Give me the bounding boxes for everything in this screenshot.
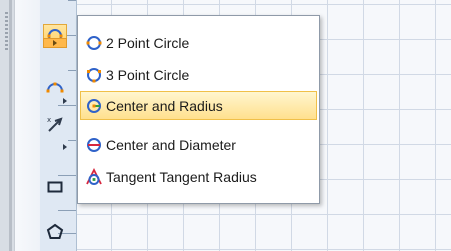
dimension-tool-dropdown[interactable]: [62, 144, 68, 150]
window-edge: [0, 0, 14, 251]
tangent-radius-circle-icon: [84, 167, 104, 187]
menu-item-label: Center and Radius: [106, 97, 223, 114]
edge-bar: [9, 0, 12, 251]
drawing-toolbar: [14, 0, 41, 251]
svg-text:x: x: [47, 116, 51, 124]
menu-item-tangent-tangent-radius[interactable]: Tangent Tangent Radius: [80, 162, 317, 191]
ruler-tick: [58, 210, 76, 211]
three-point-circle-icon: [84, 65, 104, 85]
ruler-tick: [68, 140, 76, 141]
ruler-tick: [58, 105, 76, 106]
two-point-circle-icon: [84, 33, 104, 53]
menu-item-3-point-circle[interactable]: 3 Point Circle: [80, 60, 317, 89]
ruler-tick: [68, 70, 76, 71]
menu-item-label: Center and Diameter: [106, 136, 236, 153]
dimension-icon: x: [47, 116, 63, 132]
center-radius-circle-icon: [84, 96, 104, 116]
chevron-right-icon: [63, 144, 67, 150]
polygon-icon: [46, 223, 64, 239]
rectangle-icon: [47, 181, 63, 193]
dimension-tool-button[interactable]: x: [43, 112, 67, 136]
arc-tool-dropdown[interactable]: [62, 98, 68, 104]
cad-workspace: x 2 Point Circle 3 Point Circle Center a…: [0, 0, 451, 251]
ruler-tick: [68, 0, 76, 1]
polygon-tool-button[interactable]: [43, 220, 67, 244]
menu-item-center-and-radius[interactable]: Center and Radius: [80, 91, 317, 120]
circle-tool-dropdown[interactable]: [43, 38, 67, 48]
center-diameter-circle-icon: [84, 135, 104, 155]
menu-item-label: 2 Point Circle: [106, 34, 190, 51]
arc-tool-button[interactable]: [43, 74, 67, 98]
rectangle-tool-button[interactable]: [43, 175, 67, 199]
chevron-right-icon: [53, 40, 57, 46]
arc-icon: [46, 82, 64, 93]
chevron-right-icon: [63, 98, 67, 104]
toolbar-grip[interactable]: [5, 12, 8, 52]
menu-item-2-point-circle[interactable]: 2 Point Circle: [80, 28, 317, 57]
menu-item-label: Tangent Tangent Radius: [106, 168, 257, 185]
menu-item-label: 3 Point Circle: [106, 66, 190, 83]
circle-tool-menu: 2 Point Circle 3 Point Circle Center and…: [77, 15, 320, 204]
menu-item-center-and-diameter[interactable]: Center and Diameter: [80, 130, 317, 159]
